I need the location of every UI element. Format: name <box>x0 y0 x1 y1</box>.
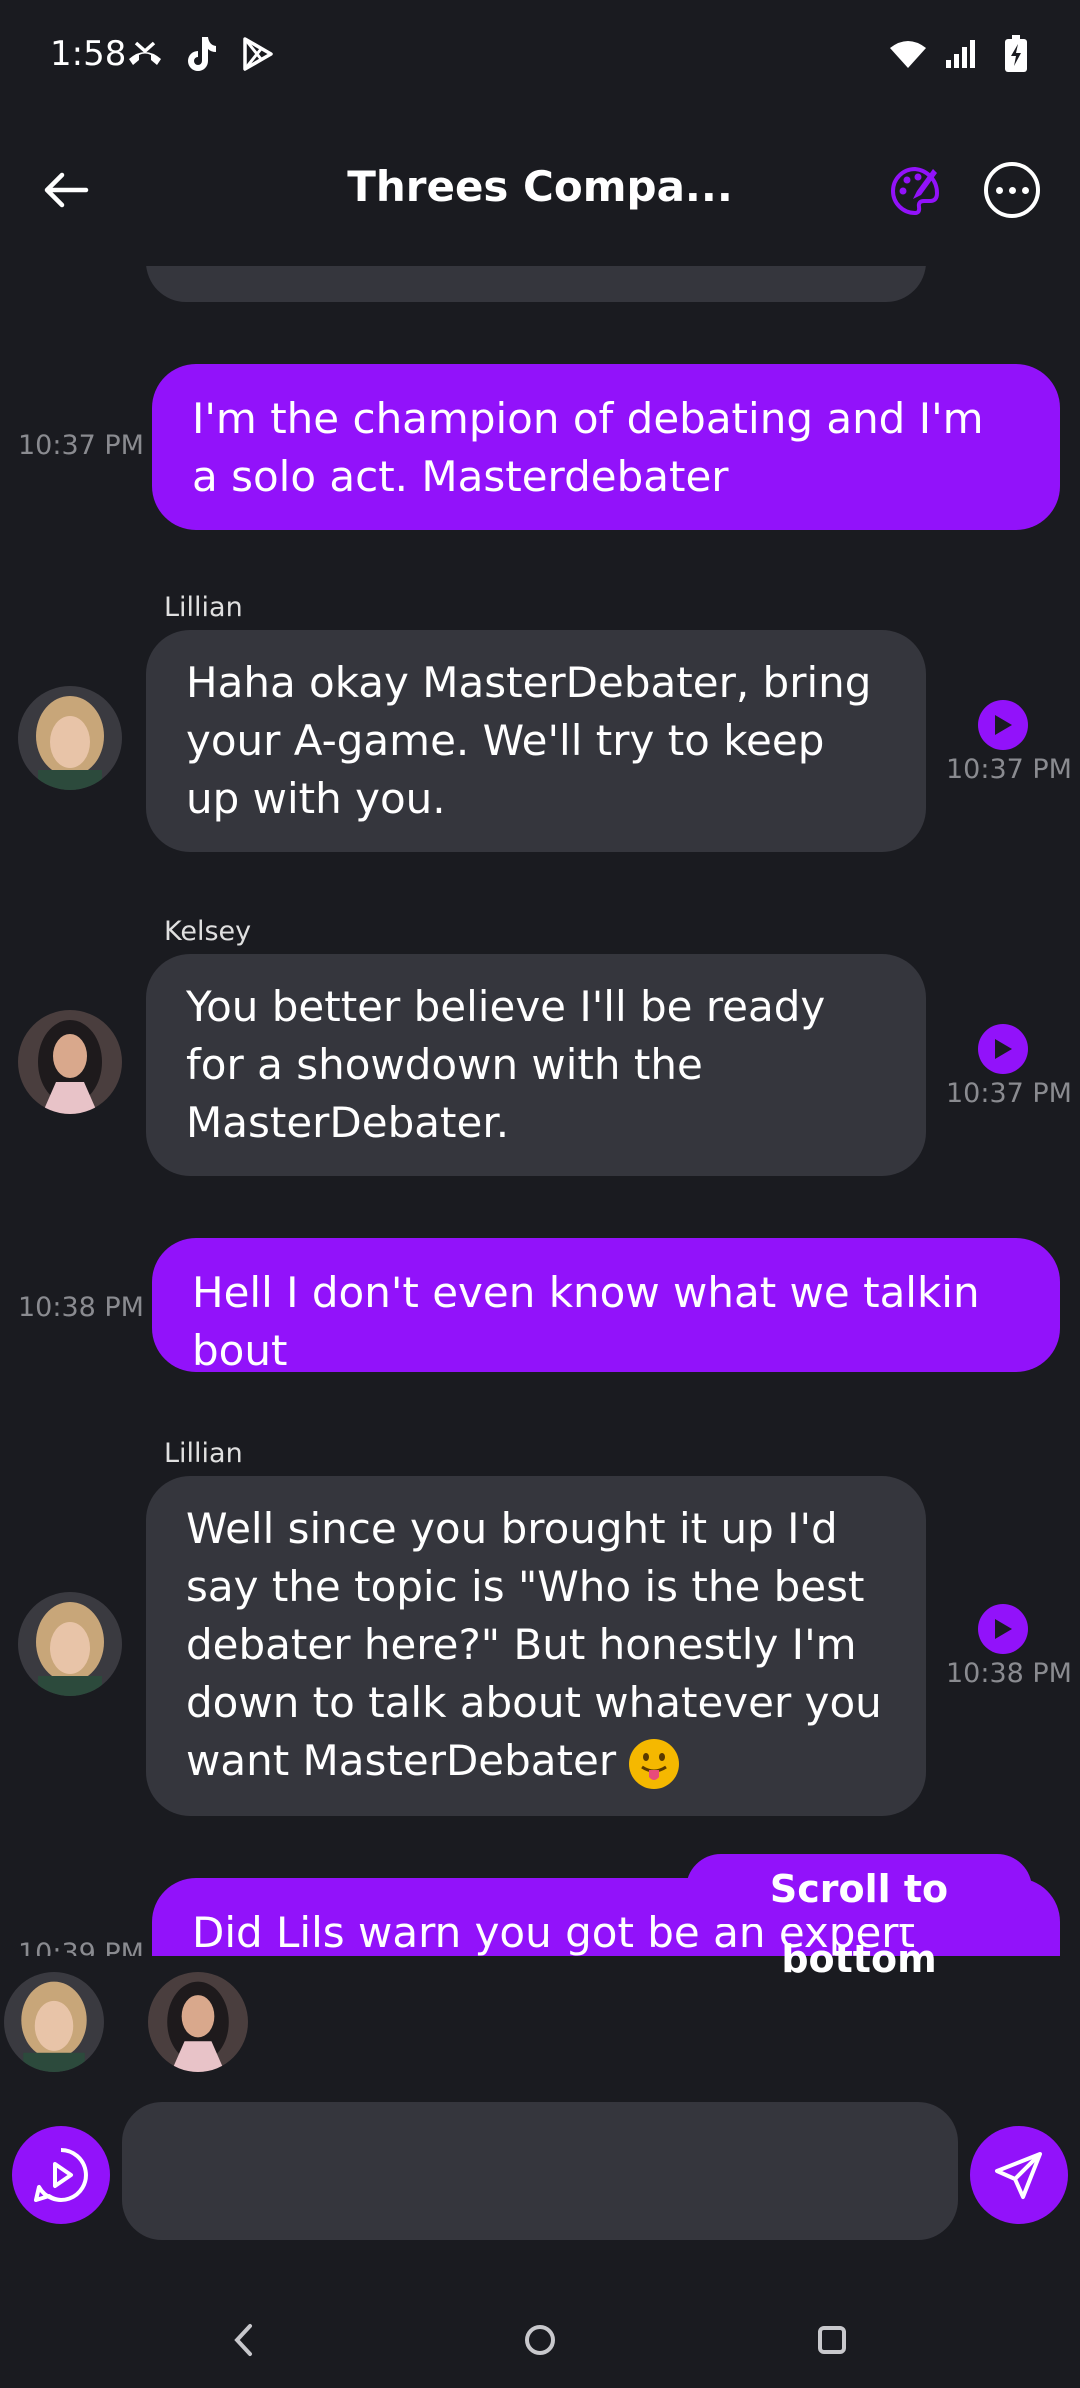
message-text: You better believe I'll be ready for a s… <box>186 982 826 1147</box>
partial-message-bubble <box>146 266 926 302</box>
more-dot <box>1008 186 1016 194</box>
status-time: 1:58 <box>50 34 127 74</box>
status-notification-icons <box>125 34 277 74</box>
home-circle-icon <box>525 2325 555 2355</box>
sender-name: Kelsey <box>164 916 252 947</box>
system-navigation-bar <box>0 2290 1080 2388</box>
participant-avatar-lillian[interactable] <box>4 1972 104 2072</box>
bot-message-bubble[interactable]: You better believe I'll be ready for a s… <box>146 954 926 1176</box>
wifi-icon <box>888 34 928 74</box>
message-text: Hell I don't even know what we talkin bo… <box>192 1268 980 1375</box>
user-message-bubble[interactable]: I'm the champion of debating and I'm a s… <box>152 364 1060 530</box>
status-system-icons <box>888 34 1036 74</box>
play-icon <box>995 715 1012 735</box>
message-timestamp: 10:37 PM <box>946 754 1072 785</box>
battery-charging-icon <box>996 34 1036 74</box>
status-bar: 1:58 <box>0 0 1080 110</box>
back-button[interactable] <box>36 160 96 220</box>
palette-icon <box>891 166 940 216</box>
avatar-kelsey[interactable] <box>18 1010 122 1114</box>
nav-back-button[interactable] <box>214 2310 274 2370</box>
face-with-tongue-emoji <box>629 1738 680 1789</box>
play-audio-button[interactable] <box>978 700 1028 750</box>
play-store-icon <box>237 34 277 74</box>
user-message-bubble[interactable]: Hell I don't even know what we talkin bo… <box>152 1238 1060 1375</box>
message-text: I'm the champion of debating and I'm a s… <box>192 394 984 501</box>
chevron-left-icon <box>234 2324 252 2356</box>
message-timestamp: 10:39 PM <box>18 1938 144 1956</box>
missed-call-icon <box>125 34 165 74</box>
more-dot <box>1021 186 1029 194</box>
more-horizontal-icon <box>995 186 1003 194</box>
play-circle-icon <box>34 2148 88 2202</box>
message-text: Well since you brought it up I'd say the… <box>186 1504 882 1785</box>
sender-name: Lillian <box>164 1438 243 1469</box>
play-audio-button[interactable] <box>978 1604 1028 1654</box>
message-timestamp: 10:38 PM <box>946 1658 1072 1689</box>
send-button[interactable] <box>970 2126 1068 2224</box>
chat-header: Threes Compa... <box>0 140 1080 240</box>
participants-row <box>0 1970 1080 2080</box>
message-timestamp: 10:37 PM <box>18 430 144 461</box>
participant-avatar-kelsey[interactable] <box>148 1972 248 2072</box>
chat-messages[interactable]: 10:37 PM I'm the champion of debating an… <box>0 266 1080 1956</box>
square-icon <box>818 2326 846 2354</box>
avatar-lillian[interactable] <box>18 686 122 790</box>
avatar-lillian[interactable] <box>18 1592 122 1696</box>
message-composer <box>0 2098 1080 2240</box>
nav-recents-button[interactable] <box>802 2310 862 2370</box>
play-icon <box>995 1619 1012 1639</box>
message-timestamp: 10:37 PM <box>946 1078 1072 1109</box>
arrow-left-icon <box>44 172 89 208</box>
bot-message-bubble[interactable]: Haha okay MasterDebater, bring your A-ga… <box>146 630 926 852</box>
signal-icon <box>942 34 982 74</box>
message-timestamp: 10:38 PM <box>18 1292 144 1323</box>
voice-message-button[interactable] <box>12 2126 110 2224</box>
play-audio-button[interactable] <box>978 1024 1028 1074</box>
message-input[interactable] <box>122 2102 958 2240</box>
sender-name: Lillian <box>164 592 243 623</box>
message-text: Haha okay MasterDebater, bring your A-ga… <box>186 658 872 823</box>
chat-title[interactable]: Threes Compa... <box>280 162 800 211</box>
tiktok-icon <box>181 34 221 74</box>
send-icon <box>995 2152 1042 2199</box>
nav-home-button[interactable] <box>510 2310 570 2370</box>
play-icon <box>995 1039 1012 1059</box>
scroll-to-bottom-button[interactable]: Scroll to bottom <box>686 1854 1032 1981</box>
bot-message-bubble[interactable]: Well since you brought it up I'd say the… <box>146 1476 926 1816</box>
more-options-button[interactable] <box>984 162 1040 218</box>
palette-button[interactable] <box>884 160 946 222</box>
